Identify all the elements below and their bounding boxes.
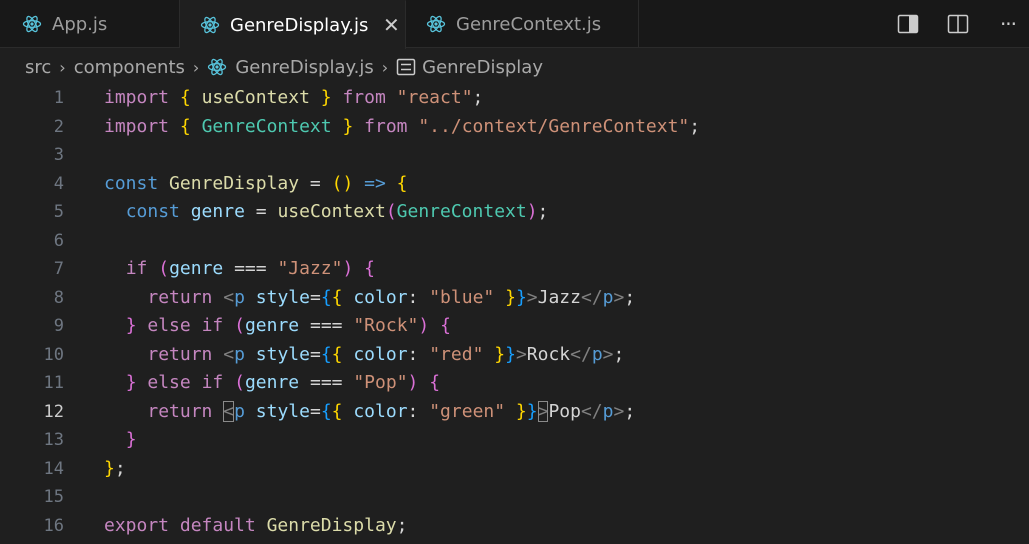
tab-label: App.js: [52, 13, 108, 35]
line-number: 1: [53, 88, 64, 108]
chevron-right-icon: ›: [59, 57, 66, 77]
code-line[interactable]: 3: [0, 141, 1029, 170]
code-editor[interactable]: 1 import { useContext } from "react"; 2 imp…: [0, 84, 1029, 544]
line-number: 12: [43, 401, 64, 422]
breadcrumb-file[interactable]: GenreDisplay.js: [235, 57, 373, 78]
line-number: 8: [53, 287, 64, 308]
tab-genrecontext-js[interactable]: GenreContext.js: [406, 0, 639, 48]
react-icon: [426, 14, 446, 34]
tab-app-js[interactable]: App.js: [0, 0, 180, 48]
code-line[interactable]: 15: [0, 483, 1029, 512]
code-text: } else if (genre === "Rock") {: [125, 315, 451, 336]
tab-genredisplay-js[interactable]: GenreDisplay.js ✕: [180, 0, 406, 49]
chevron-right-icon: ›: [381, 57, 389, 77]
breadcrumb: src › components › GenreDisplay.js › Gen…: [0, 49, 1029, 85]
line-number: 11: [43, 373, 64, 393]
code-text: };: [104, 457, 126, 479]
tab-bar: App.js GenreDisplay.js ✕ GenreContext.js…: [0, 0, 1029, 49]
line-number: 9: [53, 316, 64, 336]
line-number: 15: [43, 487, 64, 507]
breadcrumb-src[interactable]: src: [25, 57, 51, 78]
code-text: }: [125, 429, 137, 450]
code-text: } else if (genre === "Pop") {: [125, 372, 441, 393]
line-number: 16: [43, 515, 64, 536]
line-number: 14: [43, 458, 64, 479]
code-line[interactable]: 10 return <p style={{ color: "red" }}>Ro…: [0, 341, 1029, 370]
breadcrumb-components[interactable]: components: [74, 57, 185, 78]
code-line[interactable]: 6: [0, 227, 1029, 256]
line-number: 5: [53, 202, 64, 222]
code-text: import { GenreContext } from "../context…: [104, 115, 701, 137]
code-line[interactable]: 16 export default GenreDisplay;: [0, 512, 1029, 541]
code-text: return <p style={{ color: "red" }}>Rock<…: [147, 343, 625, 365]
react-icon: [208, 57, 227, 77]
line-number: 3: [53, 145, 64, 165]
code-line[interactable]: 7 if (genre === "Jazz") {: [0, 255, 1029, 284]
code-line[interactable]: 14};: [0, 455, 1029, 484]
editor-actions: ···: [871, 0, 1029, 48]
react-icon: [200, 15, 220, 35]
code-text: export default GenreDisplay;: [104, 514, 408, 536]
code-line[interactable]: 12 return <p style={{ color: "green" }}>…: [0, 398, 1029, 427]
symbol-class-icon: [396, 58, 416, 76]
split-editor-icon[interactable]: [945, 11, 971, 37]
code-line[interactable]: 4 const GenreDisplay = () => {: [0, 170, 1029, 199]
tab-label: GenreDisplay.js: [230, 14, 369, 36]
react-icon: [22, 14, 42, 34]
code-text: const GenreDisplay = () => {: [104, 172, 408, 194]
code-text: if (genre === "Jazz") {: [125, 258, 376, 279]
line-number: 4: [53, 173, 64, 194]
close-icon[interactable]: ✕: [380, 13, 402, 37]
more-actions-icon[interactable]: ···: [995, 11, 1021, 37]
code-text: return <p style={{ color: "blue" }}>Jazz…: [147, 286, 636, 308]
code-line[interactable]: 11 } else if (genre === "Pop") {: [0, 369, 1029, 398]
code-text: const genre = useContext(GenreContext);: [125, 201, 549, 222]
line-number: 6: [53, 230, 64, 251]
code-line[interactable]: 1 import { useContext } from "react";: [0, 84, 1029, 113]
line-number: 7: [53, 259, 64, 279]
code-line[interactable]: 9 } else if (genre === "Rock") {: [0, 312, 1029, 341]
breadcrumb-symbol[interactable]: GenreDisplay: [422, 57, 543, 78]
code-line[interactable]: 5 const genre = useContext(GenreContext)…: [0, 198, 1029, 227]
tab-label: GenreContext.js: [456, 13, 602, 35]
code-text: import { useContext } from "react";: [104, 87, 484, 108]
code-line[interactable]: 13 }: [0, 426, 1029, 455]
toggle-panel-icon[interactable]: [895, 11, 921, 37]
code-text: return <p style={{ color: "green" }}>Pop…: [147, 400, 636, 422]
code-line[interactable]: 8 return <p style={{ color: "blue" }}>Ja…: [0, 284, 1029, 313]
code-line[interactable]: 2 import { GenreContext } from "../contex…: [0, 113, 1029, 142]
line-number: 2: [53, 116, 64, 137]
chevron-right-icon: ›: [192, 57, 200, 77]
line-number: 10: [43, 344, 64, 365]
line-number: 13: [43, 430, 64, 450]
